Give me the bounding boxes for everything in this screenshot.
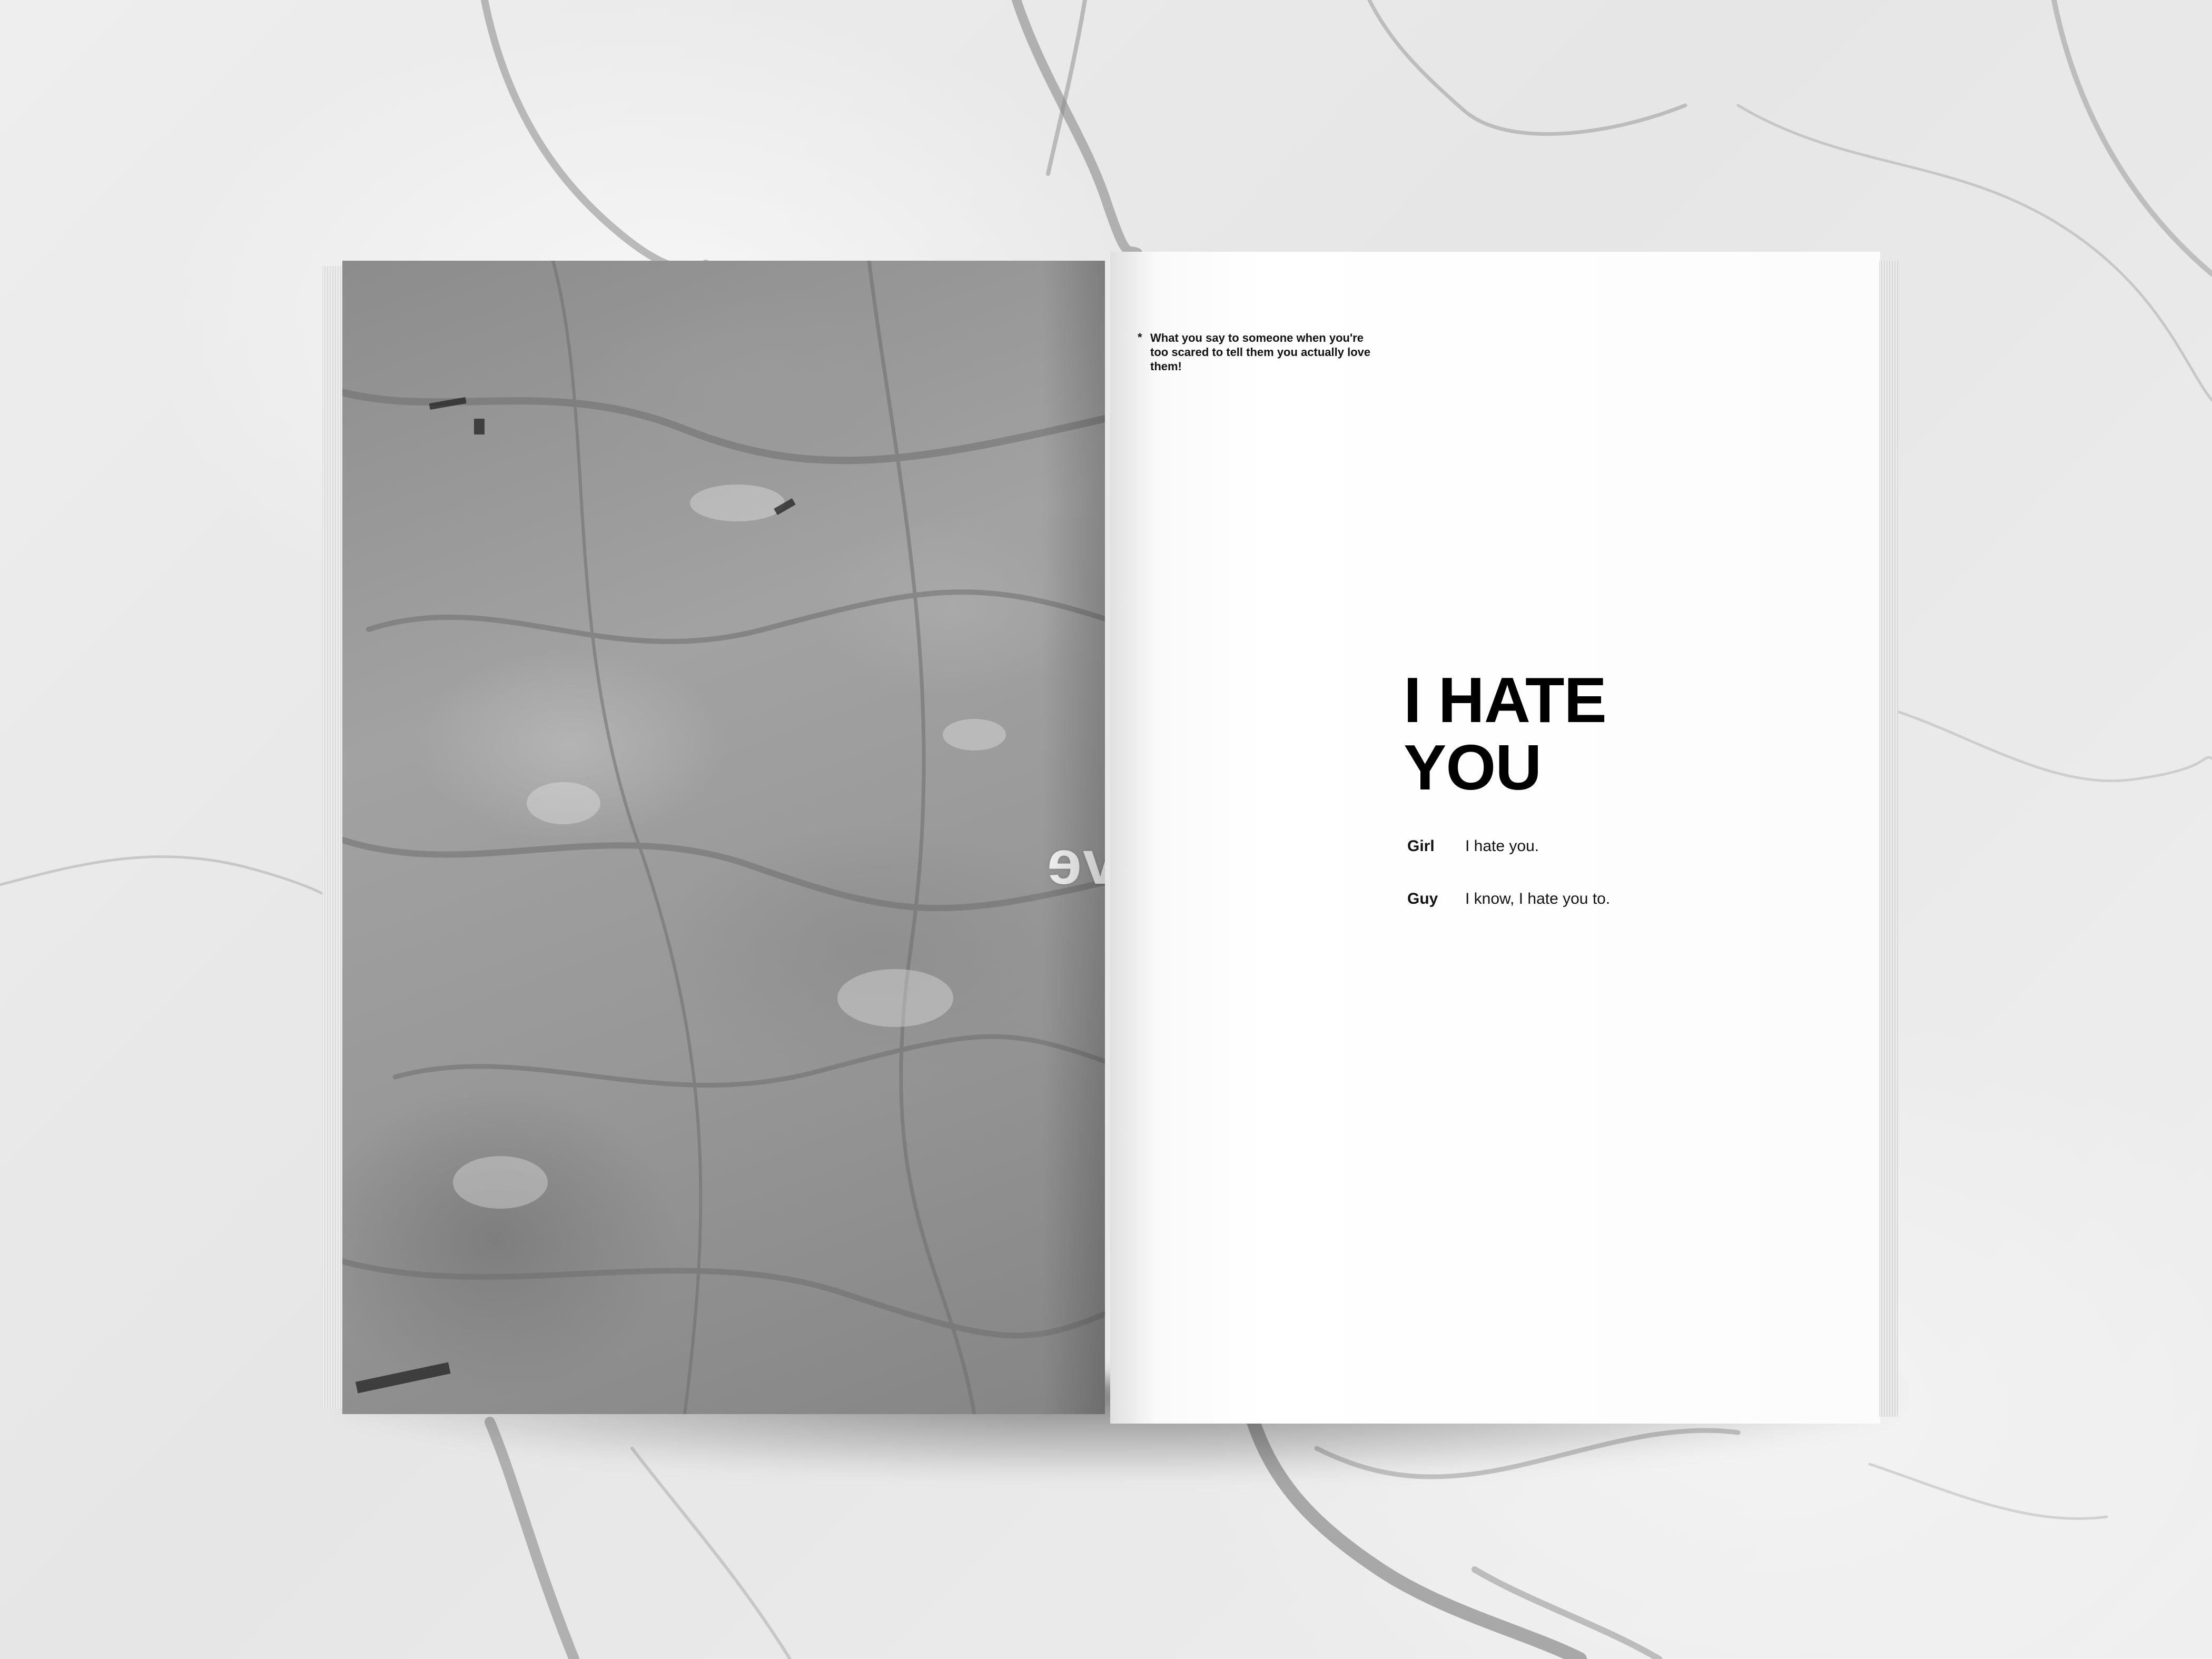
left-page-stone-photo: I'm in Love bbox=[342, 261, 1105, 1414]
headline-line-2: YOU bbox=[1404, 732, 1542, 803]
dialogue-line: I hate you. bbox=[1465, 837, 1539, 855]
dialogue-line: I know, I hate you to. bbox=[1465, 890, 1611, 907]
headline-line-1: I HATE bbox=[1404, 664, 1607, 736]
mirrored-love-text: I'm in Love bbox=[1046, 828, 1105, 897]
footnote-text: What you say to someone when you're too … bbox=[1150, 331, 1371, 373]
stone-texture bbox=[342, 261, 1105, 1414]
speaker-label: Guy bbox=[1407, 890, 1438, 907]
asterisk: * bbox=[1138, 331, 1142, 344]
speaker-label: Girl bbox=[1407, 837, 1435, 855]
right-page-edges bbox=[1879, 261, 1898, 1417]
left-page-edges bbox=[322, 266, 343, 1409]
headline: I HATE YOU bbox=[1404, 666, 1677, 801]
